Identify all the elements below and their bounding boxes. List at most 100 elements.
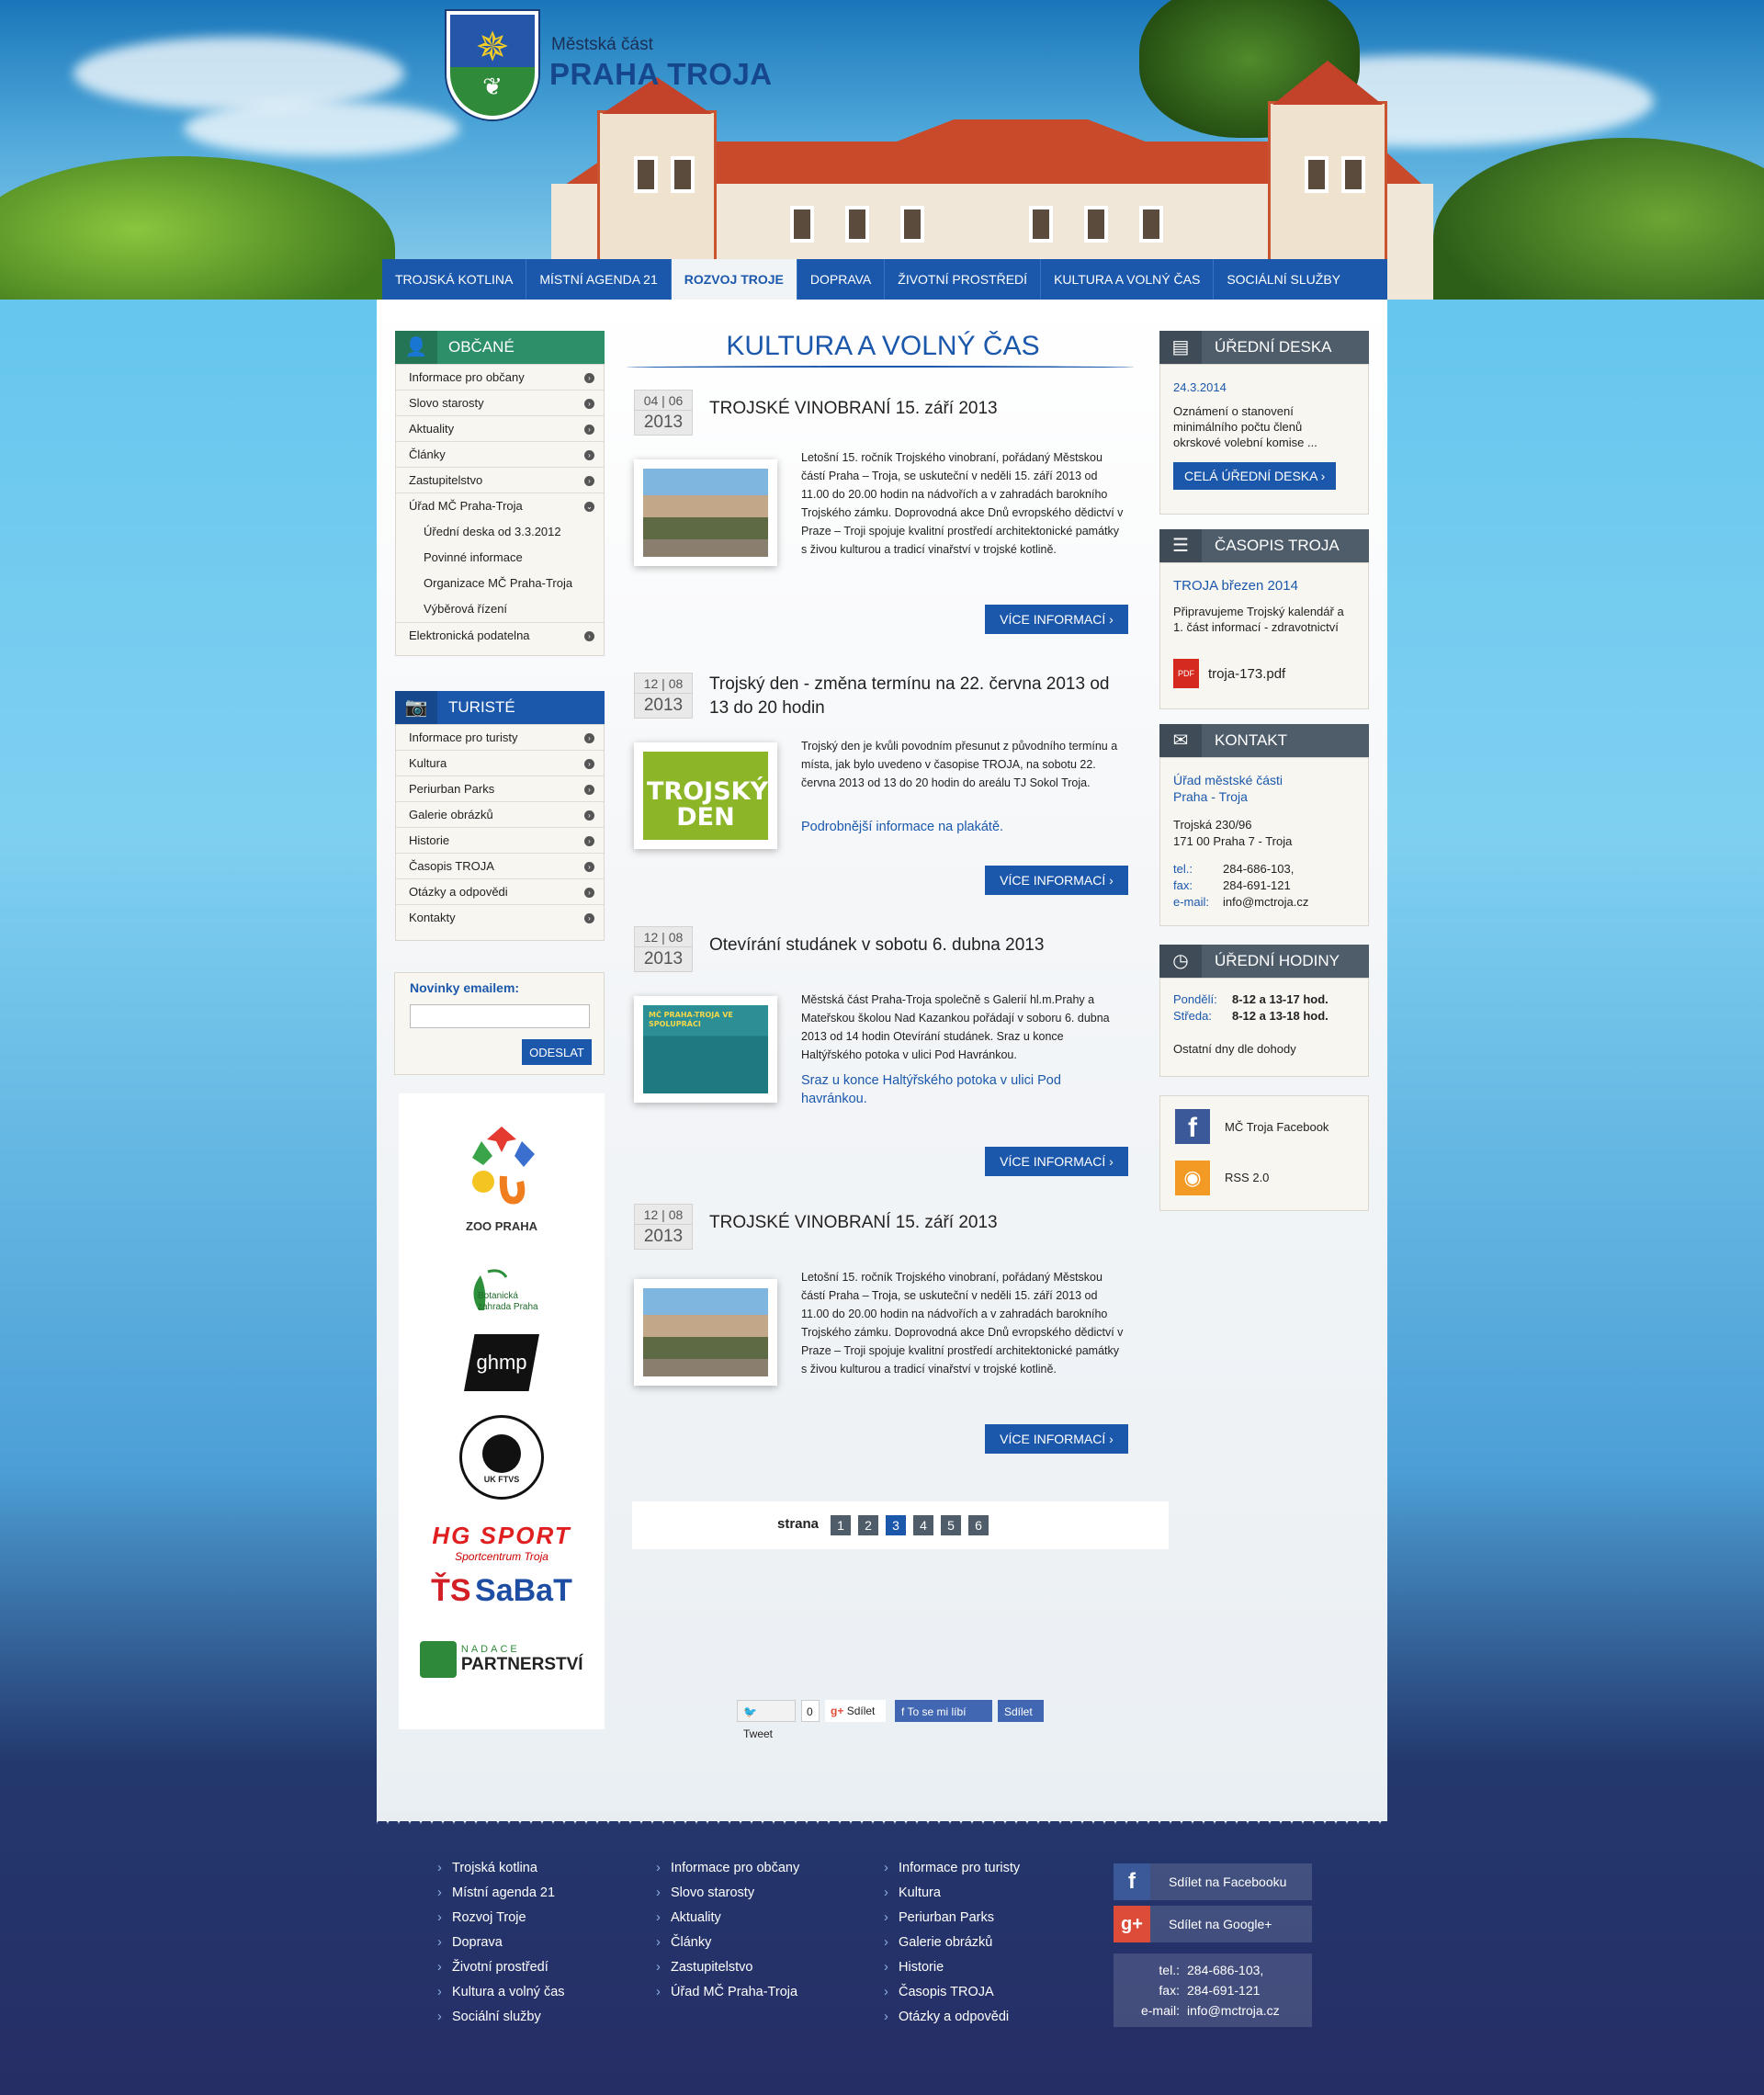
footer-link[interactable]: Kultura a volný čas bbox=[435, 1980, 565, 2005]
logo-title[interactable]: PRAHA TROJA bbox=[549, 57, 773, 92]
menu-item-historie[interactable]: Historie › bbox=[396, 828, 604, 854]
page-link[interactable]: 6 bbox=[968, 1515, 989, 1535]
footer-link[interactable]: Slovo starosty bbox=[654, 1881, 799, 1906]
article-title[interactable]: Otevírání studánek v sobotu 6. dubna 201… bbox=[709, 934, 1132, 957]
menu-item-podatelna[interactable]: Elektronická podatelna › bbox=[396, 622, 604, 648]
menu-label: Články bbox=[409, 447, 446, 461]
page-link[interactable]: 5 bbox=[941, 1515, 961, 1535]
fb-share-button[interactable]: Sdílet bbox=[998, 1700, 1044, 1722]
menu-item-galerie[interactable]: Galerie obrázků › bbox=[396, 802, 604, 828]
page-link-current[interactable]: 3 bbox=[886, 1515, 906, 1535]
footer-link[interactable]: Kultura bbox=[882, 1881, 1020, 1906]
rss-link[interactable]: RSS 2.0 bbox=[1225, 1170, 1269, 1185]
twitter-icon: 🐦 bbox=[743, 1705, 757, 1718]
article-title[interactable]: TROJSKÉ VINOBRANÍ 15. září 2013 bbox=[709, 1211, 1132, 1235]
footer-link[interactable]: Historie bbox=[882, 1955, 1020, 1980]
article-link[interactable]: Podrobnější informace na plakátě. bbox=[801, 818, 1125, 836]
casopis-box: TROJA březen 2014 Připravujeme Trojský k… bbox=[1159, 562, 1369, 709]
menu-item-otazky[interactable]: Otázky a odpovědi › bbox=[396, 879, 604, 905]
subscribe-button[interactable]: ODESLAT bbox=[522, 1039, 592, 1065]
footer-link[interactable]: Doprava bbox=[435, 1931, 565, 1955]
menu-item-aktuality[interactable]: Aktuality › bbox=[396, 416, 604, 442]
footer-link[interactable]: Otázky a odpovědi bbox=[882, 2005, 1020, 2030]
botanicka-zahrada-logo[interactable]: Botanická zahrada Praha bbox=[399, 1264, 605, 1313]
footer-link[interactable]: Galerie obrázků bbox=[882, 1931, 1020, 1955]
footer-fax-label: fax: bbox=[1159, 1983, 1180, 1998]
ghmp-logo[interactable]: ghmp bbox=[399, 1334, 605, 1391]
window bbox=[671, 156, 695, 193]
ftvs-logo[interactable]: UK FTVS bbox=[399, 1415, 605, 1500]
nadace-partnerstvi-logo[interactable]: NADACE PARTNERSTVÍ bbox=[399, 1641, 605, 1678]
menu-item-clanky[interactable]: Články › bbox=[396, 442, 604, 468]
article-text: Letošní 15. ročník Trojského vinobraní, … bbox=[801, 1271, 1124, 1376]
more-info-button[interactable]: VÍCE INFORMACÍ › bbox=[985, 1147, 1128, 1176]
submenu-povinne[interactable]: Povinné informace bbox=[396, 545, 604, 571]
menu-item-urad[interactable]: Úřad MČ Praha-Troja ⌄ bbox=[396, 493, 604, 519]
footer-link[interactable]: Články bbox=[654, 1931, 799, 1955]
facebook-link[interactable]: MČ Troja Facebook bbox=[1225, 1119, 1329, 1135]
footer-link[interactable]: Časopis TROJA bbox=[882, 1980, 1020, 2005]
footer-link[interactable]: Rozvoj Troje bbox=[435, 1906, 565, 1931]
nav-rozvoj-troje[interactable]: ROZVOJ TROJE bbox=[671, 259, 797, 300]
page-link[interactable]: 1 bbox=[831, 1515, 851, 1535]
footer-link[interactable]: Místní agenda 21 bbox=[435, 1881, 565, 1906]
google-plus-icon: g+ bbox=[831, 1704, 844, 1717]
footer-link[interactable]: Životní prostředí bbox=[435, 1955, 565, 1980]
more-info-button[interactable]: VÍCE INFORMACÍ › bbox=[985, 605, 1128, 634]
share-facebook-button[interactable]: f Sdílet na Facebooku bbox=[1114, 1863, 1312, 1900]
uredni-deska-button[interactable]: CELÁ ÚŘEDNÍ DESKA › bbox=[1173, 462, 1337, 490]
article-thumbnail[interactable] bbox=[634, 459, 777, 566]
email-input[interactable] bbox=[410, 1004, 590, 1028]
page-link[interactable]: 4 bbox=[913, 1515, 933, 1535]
submenu-uredni-deska[interactable]: Úřední deska od 3.3.2012 bbox=[396, 519, 604, 545]
footer-link[interactable]: Informace pro turisty bbox=[882, 1856, 1020, 1881]
footer-link[interactable]: Aktuality bbox=[654, 1906, 799, 1931]
footer-link[interactable]: Informace pro občany bbox=[654, 1856, 799, 1881]
nav-mistni-agenda[interactable]: MÍSTNÍ AGENDA 21 bbox=[526, 259, 672, 300]
article-link[interactable]: Sraz u konce Haltýřského potoka v ulici … bbox=[801, 1071, 1125, 1108]
share-gplus-button[interactable]: g+ Sdílet na Google+ bbox=[1114, 1906, 1312, 1942]
article-thumbnail[interactable]: TROJSKÝ DEN bbox=[634, 742, 777, 849]
article-thumbnail[interactable]: MČ PRAHA-TROJA VE SPOLUPRÁCI bbox=[634, 996, 777, 1103]
more-info-button[interactable]: VÍCE INFORMACÍ › bbox=[985, 866, 1128, 895]
article-thumbnail[interactable] bbox=[634, 1279, 777, 1386]
menu-item-kultura[interactable]: Kultura › bbox=[396, 751, 604, 776]
submenu-vyberova-rizeni[interactable]: Výběrová řízení bbox=[396, 596, 604, 622]
gplus-button[interactable]: g+ Sdílet bbox=[825, 1700, 886, 1722]
more-info-button[interactable]: VÍCE INFORMACÍ › bbox=[985, 1424, 1128, 1454]
article-title[interactable]: Trojský den - změna termínu na 22. červn… bbox=[709, 673, 1132, 720]
footer-link[interactable]: Periurban Parks bbox=[882, 1906, 1020, 1931]
email-link[interactable]: info@mctroja.cz bbox=[1223, 894, 1308, 910]
menu-item-informace[interactable]: Informace pro občany › bbox=[396, 365, 604, 391]
menu-item-turiste-info[interactable]: Informace pro turisty › bbox=[396, 725, 604, 751]
footer-email[interactable]: info@mctroja.cz bbox=[1187, 2003, 1280, 2018]
sabat-logo[interactable]: ŤS SaBaT bbox=[399, 1573, 605, 1609]
article-date: 12 | 08 2013 bbox=[634, 673, 693, 719]
kontakt-org-1: Úřad městské části bbox=[1173, 773, 1283, 787]
casopis-issue[interactable]: TROJA březen 2014 bbox=[1173, 578, 1298, 594]
date-year: 2013 bbox=[643, 1227, 684, 1246]
hg-sport-logo[interactable]: HG SPORT Sportcentrum Troja bbox=[399, 1522, 605, 1563]
footer-link[interactable]: Trojská kotlina bbox=[435, 1856, 565, 1881]
casopis-file-link[interactable]: troja-173.pdf bbox=[1208, 666, 1285, 682]
nav-trojska-kotlina[interactable]: TROJSKÁ KOTLINA bbox=[382, 259, 527, 300]
nav-doprava[interactable]: DOPRAVA bbox=[797, 259, 886, 300]
fb-like-button[interactable]: f To se mi líbí bbox=[895, 1700, 992, 1722]
footer-link[interactable]: Zastupitelstvo bbox=[654, 1955, 799, 1980]
nav-kultura[interactable]: KULTURA A VOLNÝ ČAS bbox=[1041, 259, 1215, 300]
zoo-praha-logo[interactable]: ZOO PRAHA bbox=[399, 1121, 605, 1233]
footer-link[interactable]: Sociální služby bbox=[435, 2005, 565, 2030]
nav-zivotni-prostredi[interactable]: ŽIVOTNÍ PROSTŘEDÍ bbox=[885, 259, 1042, 300]
menu-item-periurban[interactable]: Periurban Parks › bbox=[396, 776, 604, 802]
menu-item-starosta[interactable]: Slovo starosty › bbox=[396, 391, 604, 416]
menu-item-zastupitelstvo[interactable]: Zastupitelstvo › bbox=[396, 468, 604, 493]
submenu-organizace[interactable]: Organizace MČ Praha-Troja bbox=[396, 571, 604, 596]
menu-item-casopis[interactable]: Časopis TROJA › bbox=[396, 854, 604, 879]
deska-text[interactable]: Oznámení o stanovení minimálního počtu č… bbox=[1173, 403, 1348, 450]
nav-socialni-sluzby[interactable]: SOCIÁLNÍ SLUŽBY bbox=[1214, 259, 1353, 300]
page-link[interactable]: 2 bbox=[858, 1515, 878, 1535]
article-title[interactable]: TROJSKÉ VINOBRANÍ 15. září 2013 bbox=[709, 397, 1132, 421]
tweet-button[interactable]: 🐦 Tweet bbox=[737, 1700, 796, 1740]
footer-link[interactable]: Úřad MČ Praha-Troja bbox=[654, 1980, 799, 2005]
menu-item-kontakty[interactable]: Kontakty › bbox=[396, 905, 604, 931]
